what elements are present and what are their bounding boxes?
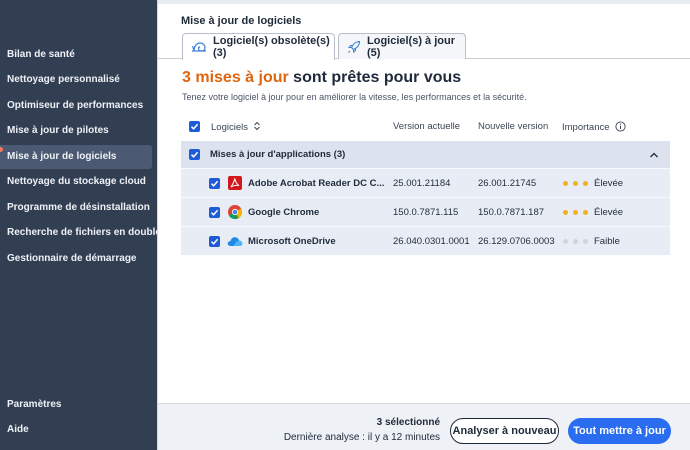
importance-dot: [563, 181, 568, 186]
column-header-current-version: Version actuelle: [393, 121, 461, 132]
sidebar-item-label: Recherche de fichiers en double: [7, 227, 161, 238]
checkmark-icon: [210, 238, 219, 245]
row-checkbox[interactable]: [209, 236, 220, 247]
update-all-button[interactable]: Tout mettre à jour: [568, 418, 671, 444]
acrobat-icon: [228, 176, 242, 190]
chevron-up-icon[interactable]: [649, 151, 659, 159]
importance-label: Faible: [594, 236, 620, 247]
current-version: 26.040.0301.0001: [393, 236, 470, 247]
row-checkbox[interactable]: [209, 178, 220, 189]
sidebar-item-duplicate-finder[interactable]: Recherche de fichiers en double: [0, 221, 161, 245]
sidebar-item-uninstaller[interactable]: Programme de désinstallation: [0, 196, 152, 220]
sidebar-item-health-check[interactable]: Bilan de santé: [0, 43, 152, 67]
sidebar-item-label: Bilan de santé: [7, 49, 75, 60]
new-version: 150.0.7871.187: [478, 207, 545, 218]
sidebar-item-performance-optimizer[interactable]: Optimiseur de performances: [0, 94, 152, 118]
tab-label: Logiciel(s) à jour (5): [367, 34, 456, 59]
tab-label: Logiciel(s) obsolète(s) (3): [213, 35, 330, 59]
checkmark-icon: [210, 209, 219, 216]
current-version: 150.0.7871.115: [393, 207, 459, 218]
updates-headline: 3 mises à jour sont prêtes pour vous: [182, 69, 461, 87]
last-scan-text: Dernière analyse : il y a 12 minutes: [283, 432, 440, 443]
importance-dot: [563, 239, 568, 244]
checkmark-icon: [210, 180, 219, 187]
onedrive-icon: [227, 237, 243, 246]
new-version: 26.001.21745: [478, 178, 537, 189]
chrome-icon: [228, 205, 242, 219]
checkmark-icon: [190, 151, 199, 158]
importance-dot: [573, 181, 578, 186]
sidebar-item-label: Programme de désinstallation: [7, 202, 150, 213]
group-checkbox[interactable]: [189, 149, 200, 160]
group-label: Mises à jour d'applications (3): [210, 149, 346, 160]
column-header-label: Logiciels: [211, 122, 248, 133]
footer-bar: 3 sélectionné Dernière analyse : il y a …: [158, 403, 690, 450]
importance-dot: [583, 181, 588, 186]
app-name: Microsoft OneDrive: [248, 236, 336, 247]
main-panel: Mise à jour de logiciels Logiciel(s) obs…: [157, 0, 690, 450]
rescan-button[interactable]: Analyser à nouveau: [450, 418, 559, 444]
sidebar-item-label: Nettoyage du stockage cloud: [7, 176, 146, 187]
tab-outdated-software[interactable]: Logiciel(s) obsolète(s) (3): [182, 33, 335, 60]
sidebar-item-custom-clean[interactable]: Nettoyage personnalisé: [0, 68, 152, 92]
select-all-checkbox[interactable]: [189, 121, 200, 132]
page-title: Mise à jour de logiciels: [181, 15, 302, 27]
selected-count: 3 sélectionné: [376, 417, 440, 428]
column-header-new-version: Nouvelle version: [478, 121, 549, 132]
snail-icon: [192, 42, 206, 52]
rocket-icon: [348, 40, 361, 53]
app-name: Google Chrome: [248, 207, 320, 218]
sidebar-item-label: Mise à jour de logiciels: [7, 151, 117, 162]
notification-dot: [0, 147, 3, 152]
headline-rest-text: sont prêtes pour vous: [288, 69, 462, 86]
importance-dot: [583, 239, 588, 244]
current-version: 25.001.21184: [393, 178, 451, 189]
table-row[interactable]: Adobe Acrobat Reader DC C... 25.001.2118…: [181, 168, 670, 197]
headline-description: Tenez votre logiciel à jour pour en amél…: [182, 92, 527, 102]
importance-label: Élevée: [594, 207, 624, 218]
column-header-software[interactable]: Logiciels: [211, 121, 261, 133]
new-version: 26.129.0706.0003: [478, 236, 555, 247]
column-header-label: Importance: [562, 122, 610, 133]
table-row[interactable]: Google Chrome 150.0.7871.115 150.0.7871.…: [181, 197, 670, 226]
importance-dot: [573, 239, 578, 244]
sidebar-item-settings[interactable]: Paramètres: [0, 393, 152, 417]
updates-count-text: 3 mises à jour: [182, 69, 289, 86]
sidebar-item-startup-manager[interactable]: Gestionnaire de démarrage: [0, 247, 152, 271]
column-header-importance: Importance: [562, 121, 626, 133]
importance-label: Élevée: [594, 178, 624, 189]
top-divider: [158, 0, 690, 4]
sidebar-item-label: Gestionnaire de démarrage: [7, 253, 137, 264]
table-row[interactable]: Microsoft OneDrive 26.040.0301.0001 26.1…: [181, 226, 670, 255]
sidebar-item-label: Paramètres: [7, 399, 62, 410]
app-name: Adobe Acrobat Reader DC C...: [248, 178, 385, 189]
importance-dot: [573, 210, 578, 215]
sidebar-item-label: Nettoyage personnalisé: [7, 74, 120, 85]
importance-dot: [563, 210, 568, 215]
info-icon[interactable]: [615, 121, 626, 132]
sidebar-item-label: Optimiseur de performances: [7, 100, 144, 111]
group-row-application-updates[interactable]: Mises à jour d'applications (3): [181, 141, 670, 168]
checkmark-icon: [190, 123, 199, 130]
tab-up-to-date-software[interactable]: Logiciel(s) à jour (5): [338, 33, 466, 59]
row-checkbox[interactable]: [209, 207, 220, 218]
sidebar: Bilan de santé Nettoyage personnalisé Op…: [0, 0, 161, 450]
sidebar-item-label: Aide: [7, 424, 29, 435]
sort-icon: [253, 121, 260, 131]
sidebar-item-label: Mise à jour de pilotes: [7, 125, 109, 136]
importance-dot: [583, 210, 588, 215]
sidebar-item-driver-updater[interactable]: Mise à jour de pilotes: [0, 119, 152, 143]
sidebar-item-help[interactable]: Aide: [0, 418, 152, 442]
sidebar-item-cloud-cleanup[interactable]: Nettoyage du stockage cloud: [0, 170, 152, 194]
sidebar-item-software-updater[interactable]: Mise à jour de logiciels: [0, 145, 152, 169]
